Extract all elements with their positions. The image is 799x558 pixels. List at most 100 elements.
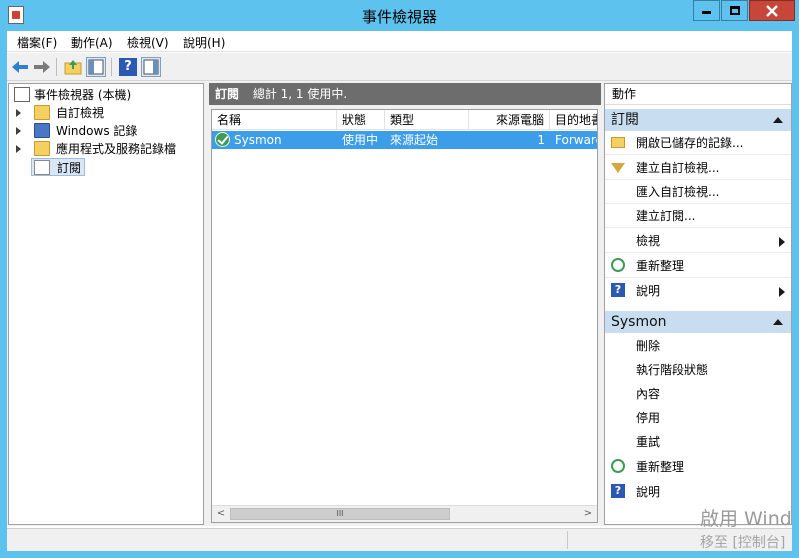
action-import-custom-view[interactable]: 匯入自訂檢視... [605, 180, 791, 204]
tree-item-subscriptions[interactable]: 訂閱 [31, 158, 85, 176]
action-disable[interactable]: 停用 [605, 406, 791, 430]
column-header-name[interactable]: 名稱 [212, 110, 337, 130]
action-view[interactable]: 檢視 [605, 229, 791, 253]
toolbar-separator [56, 58, 57, 76]
activation-watermark: 啟用 Wind [700, 508, 792, 530]
section-header-sysmon[interactable]: Sysmon [605, 311, 791, 333]
column-header-source[interactable]: 來源電腦 [469, 110, 550, 130]
tree-item-app-service-logs[interactable]: 應用程式及服務記錄檔 [13, 140, 203, 158]
action-refresh-sysmon[interactable]: 重新整理 [605, 455, 791, 479]
cell-destination: Forwarded [555, 133, 597, 147]
action-create-subscription[interactable]: 建立訂閱... [605, 204, 791, 228]
folder-icon [34, 141, 50, 156]
section-title: 訂閱 [611, 112, 639, 128]
maximize-button[interactable] [721, 0, 748, 21]
open-folder-icon [611, 137, 625, 148]
action-delete[interactable]: 刪除 [605, 334, 791, 358]
cell-name: Sysmon [234, 133, 282, 147]
action-refresh[interactable]: 重新整理 [605, 254, 791, 278]
properties-icon[interactable] [141, 57, 161, 77]
menu-bar: 檔案(F) 動作(A) 檢視(V) 說明(H) [7, 31, 792, 52]
column-header-status[interactable]: 狀態 [337, 110, 385, 130]
tree-item-label: Windows 記錄 [56, 124, 138, 138]
scroll-left-icon[interactable]: < [213, 507, 229, 521]
collapse-caret-icon[interactable] [773, 319, 783, 325]
action-create-custom-view[interactable]: 建立自訂檢視... [605, 156, 791, 180]
action-label: 說明 [636, 485, 661, 499]
center-pane: 訂閱 總計 1, 1 使用中. 名稱 狀態 類型 來源電腦 目的地書 Sysmo… [209, 83, 601, 525]
section-title: Sysmon [611, 314, 667, 330]
help-icon[interactable]: ? [119, 58, 137, 76]
tree-root-label: 事件檢視器 (本機) [34, 88, 132, 102]
menu-view[interactable]: 檢視(V) [127, 34, 169, 51]
window-title: 事件檢視器 [361, 8, 437, 26]
menu-help[interactable]: 說明(H) [183, 34, 225, 51]
action-label: 檢視 [636, 234, 661, 248]
tree-item-windows-logs[interactable]: Windows 記錄 [13, 122, 203, 140]
action-label: 重試 [636, 435, 661, 449]
action-runtime-status[interactable]: 執行階段狀態 [605, 358, 791, 382]
expand-arrow-icon[interactable] [16, 109, 21, 117]
horizontal-scrollbar[interactable]: < III > [212, 505, 597, 522]
actions-title: 動作 [605, 84, 791, 105]
close-button[interactable] [749, 0, 795, 21]
close-icon [766, 5, 778, 17]
back-arrow-icon[interactable] [10, 57, 30, 77]
expand-arrow-icon[interactable] [16, 127, 21, 135]
action-label: 重新整理 [636, 460, 685, 474]
scroll-thumb[interactable]: III [230, 508, 450, 520]
section-header-subscriptions[interactable]: 訂閱 [605, 109, 791, 131]
filter-icon [611, 163, 625, 173]
minimize-button[interactable] [693, 0, 720, 21]
action-retry[interactable]: 重試 [605, 430, 791, 454]
tree-root[interactable]: 事件檢視器 (本機) [13, 86, 203, 104]
column-header-row: 名稱 狀態 類型 來源電腦 目的地書 [212, 110, 597, 130]
event-viewer-icon [14, 87, 30, 102]
action-label: 說明 [636, 284, 661, 298]
menu-action[interactable]: 動作(A) [71, 34, 113, 51]
tree-item-label: 自訂檢視 [56, 106, 105, 120]
cell-status: 使用中 [342, 133, 379, 147]
up-folder-icon[interactable] [63, 57, 83, 77]
menu-file[interactable]: 檔案(F) [17, 34, 57, 51]
action-label: 重新整理 [636, 259, 685, 273]
tree-item-label: 訂閱 [57, 161, 82, 175]
action-help-sysmon[interactable]: ? 說明 [605, 480, 791, 504]
subscription-list: 名稱 狀態 類型 來源電腦 目的地書 Sysmon 使用中 來源起始 1 For… [211, 109, 598, 523]
scroll-right-icon[interactable]: > [580, 507, 596, 521]
action-label: 開啟已儲存的記錄... [636, 136, 744, 150]
action-open-saved-log[interactable]: 開啟已儲存的記錄... [605, 131, 791, 155]
toolbar-separator [111, 58, 112, 76]
action-label: 停用 [636, 411, 661, 425]
column-header-type[interactable]: 類型 [385, 110, 469, 130]
console-tree: 事件檢視器 (本機) 自訂檢視 Windows 記錄 應用程式及服務記錄檔 訂閱 [8, 83, 204, 525]
subscriptions-icon [34, 160, 50, 175]
tree-item-label: 應用程式及服務記錄檔 [56, 142, 177, 156]
maximize-icon [729, 6, 740, 15]
submenu-arrow-icon [779, 237, 785, 247]
toolbar: ? [7, 53, 792, 81]
refresh-icon [611, 459, 625, 473]
center-header-title: 訂閱 [215, 87, 240, 101]
action-label: 建立訂閱... [636, 209, 696, 223]
cell-source-count: 1 [537, 133, 545, 147]
submenu-arrow-icon [779, 287, 785, 297]
forward-arrow-icon[interactable] [32, 57, 52, 77]
action-label: 執行階段狀態 [636, 363, 709, 377]
center-header: 訂閱 總計 1, 1 使用中. [209, 83, 601, 105]
title-bar: 事件檢視器 [0, 0, 799, 31]
table-row[interactable]: Sysmon 使用中 來源起始 1 Forwarded [212, 131, 597, 149]
activation-watermark-subtext: 移至 [控制台] [700, 535, 786, 551]
expand-arrow-icon[interactable] [16, 145, 21, 153]
action-properties[interactable]: 內容 [605, 382, 791, 406]
status-separator [567, 531, 568, 549]
column-header-destination[interactable]: 目的地書 [550, 110, 597, 130]
work-area: 事件檢視器 (本機) 自訂檢視 Windows 記錄 應用程式及服務記錄檔 訂閱 [7, 81, 792, 526]
collapse-caret-icon[interactable] [773, 117, 783, 123]
enabled-check-icon [215, 132, 230, 147]
tree-item-custom-views[interactable]: 自訂檢視 [13, 104, 203, 122]
action-label: 刪除 [636, 339, 661, 353]
show-hide-tree-icon[interactable] [86, 57, 106, 77]
action-label: 內容 [636, 387, 661, 401]
action-help[interactable]: ? 說明 [605, 279, 791, 303]
